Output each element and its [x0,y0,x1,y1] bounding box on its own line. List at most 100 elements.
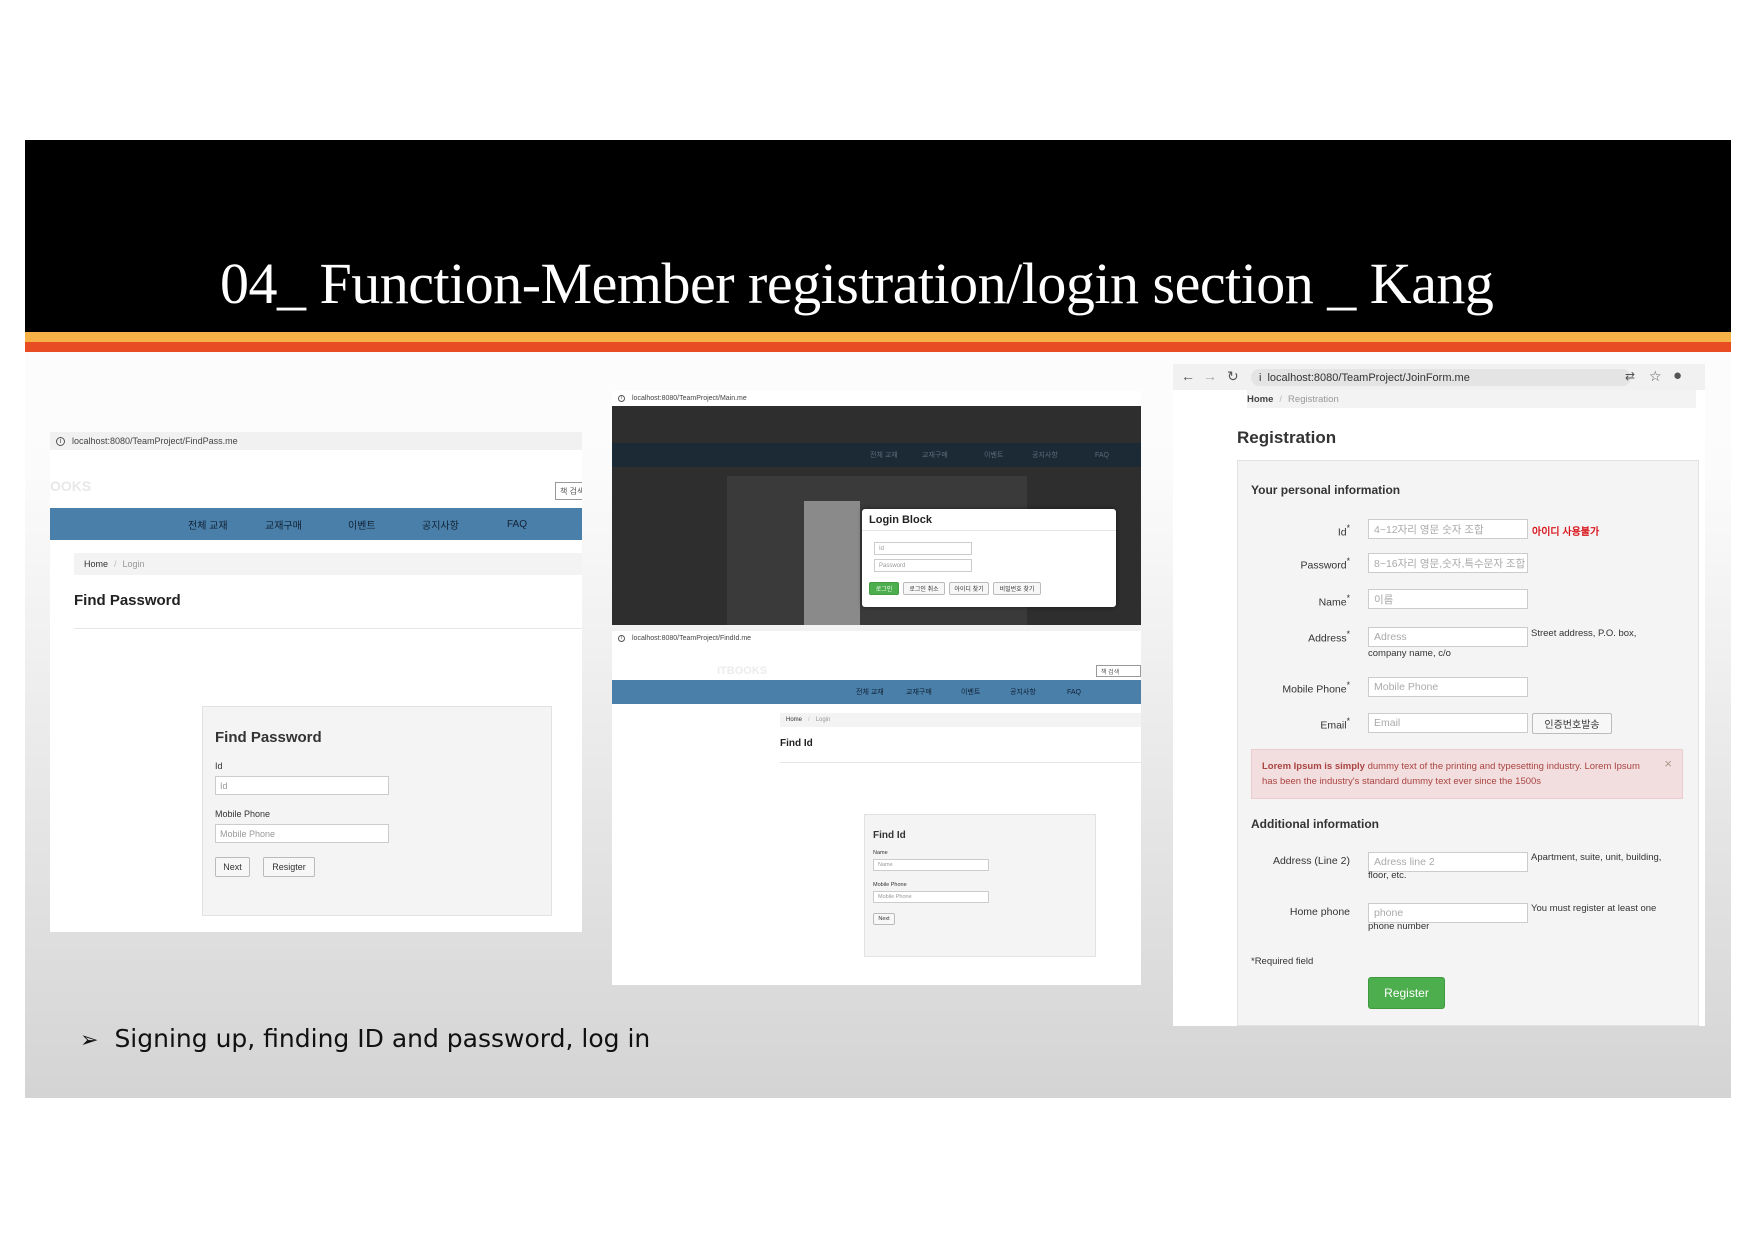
name-input[interactable]: Name [873,859,989,871]
nav-item-faq[interactable]: FAQ [507,519,527,530]
nav-item-all-books[interactable]: 전체 교재 [188,517,228,532]
send-verification-button[interactable]: 인증번호발송 [1532,713,1612,734]
book-cover-image [804,501,860,625]
id-label: Id [215,761,223,771]
divider [74,628,582,629]
cancel-login-button[interactable]: 로그인 취소 [903,582,945,595]
book-search-input[interactable]: 책 검색 [1096,665,1141,677]
accent-stripe-orange [25,332,1731,342]
modal-divider [862,530,1116,531]
page-title: Find Id [780,738,813,749]
nav-item-all-books[interactable]: 전체 교재 [856,687,884,697]
breadcrumb-home[interactable]: Home [1247,394,1273,405]
forward-icon[interactable]: → [1203,368,1217,384]
nav-item-notices[interactable]: 공지사항 [1032,450,1058,460]
main-nav: 전체 교재 교재구매 이벤트 공지사항 FAQ [612,680,1141,704]
email-input[interactable]: Email [1368,713,1528,733]
slide-title: 04_ Function-Member registration/login s… [220,251,1494,316]
id-input[interactable]: Id [874,542,972,555]
reload-icon[interactable]: ↻ [1227,368,1239,385]
nav-item-notices[interactable]: 공지사항 [422,517,459,532]
login-button[interactable]: 로그인 [869,582,899,595]
name-label: Name* [1318,593,1350,609]
breadcrumb-home[interactable]: Home [84,559,108,569]
nav-item-events[interactable]: 이벤트 [348,517,376,532]
account-icon[interactable]: ● [1673,367,1682,384]
required-marker: * [1346,629,1350,639]
address-label: Address* [1308,629,1350,645]
nav-item-buy[interactable]: 교재구매 [265,517,302,532]
password-label: Password* [1300,556,1350,572]
find-password-card: Find Password Id Id Mobile Phone Mobile … [202,706,552,916]
additional-info-title: Additional information [1251,817,1379,831]
nav-item-buy[interactable]: 교재구매 [922,450,948,460]
nav-item-all-books[interactable]: 전체 교재 [870,450,898,460]
bullet-point: ➢ Signing up, finding ID and password, lo… [80,1024,650,1053]
register-button[interactable]: Resigter [263,857,315,877]
alert-text: dummy text of the printing and typesetti… [1364,761,1640,772]
login-modal: Login Block Id Password 로그인 로그인 취소 아이디 찾… [862,509,1116,607]
next-button[interactable]: Next [873,913,895,925]
card-title: Find Password [215,729,322,746]
address-bar[interactable]: i localhost:8080/TeamProject/JoinForm.me [1251,369,1631,386]
breadcrumb: Home / Login [74,553,582,575]
back-icon[interactable]: ← [1181,368,1195,384]
book-search-input[interactable]: 책 검색 [555,482,582,500]
mobile-phone-input[interactable]: Mobile Phone [215,824,389,843]
address-bar[interactable]: i localhost:8080/TeamProject/FindId.me [612,631,1141,645]
find-id-screenshot: i localhost:8080/TeamProject/FindId.me I… [612,631,1141,985]
nav-item-faq[interactable]: FAQ [1095,452,1109,459]
mobile-phone-input[interactable]: Mobile Phone [1368,677,1528,697]
id-error-text: 아이디 사용불가 [1532,527,1600,538]
name-label: Name [873,850,888,856]
star-icon[interactable]: ☆ [1649,368,1662,385]
required-marker: * [1346,523,1350,533]
required-marker: * [1346,593,1350,603]
main-nav: 전체 교재 교재구매 이벤트 공지사항 FAQ [50,508,582,540]
nav-item-faq[interactable]: FAQ [1067,689,1081,696]
page-title: Registration [1237,428,1337,447]
info-icon: i [618,394,625,402]
id-input[interactable]: Id [215,776,389,795]
main-nav-dimmed: 전체 교재 교재구매 이벤트 공지사항 FAQ [612,443,1141,467]
alert-close-icon[interactable]: × [1664,756,1672,771]
home-phone-help: You must register at least one [1531,903,1657,914]
translate-icon[interactable]: ⇄ [1625,369,1635,383]
nav-item-events[interactable]: 이벤트 [984,450,1003,460]
nav-item-buy[interactable]: 교재구매 [906,687,932,697]
required-field-note: *Required field [1251,956,1314,967]
required-marker: * [1346,680,1350,690]
bullet-arrow-icon: ➢ [80,1028,99,1053]
register-button[interactable]: Register [1368,977,1445,1009]
registration-form: Your personal information Id* 4~12자리 영문 … [1237,460,1699,1026]
mobile-phone-label: Mobile Phone* [1282,680,1350,696]
find-id-card: Find Id Name Name Mobile Phone Mobile Ph… [864,814,1096,957]
id-input[interactable]: 4~12자리 영문 숫자 조합 [1368,519,1528,539]
find-id-button[interactable]: 아이디 찾기 [949,582,989,595]
nav-item-notices[interactable]: 공지사항 [1010,687,1036,697]
mobile-phone-input[interactable]: Mobile Phone [873,891,989,903]
breadcrumb-home[interactable]: Home [786,717,802,723]
address-line2-help: Apartment, suite, unit, building, [1531,852,1662,863]
mobile-phone-label: Mobile Phone [873,882,907,888]
browser-toolbar: ← → ↻ i localhost:8080/TeamProject/JoinF… [1173,364,1705,390]
nav-item-events[interactable]: 이벤트 [961,687,980,697]
breadcrumb-separator: / [114,559,117,569]
page-title: Find Password [74,592,181,609]
divider [780,762,1141,763]
address-line2-help-line2: floor, etc. [1368,870,1407,881]
password-input[interactable]: Password [874,559,972,572]
find-password-button[interactable]: 비밀번호 찾기 [993,582,1041,595]
address-input[interactable]: Adress [1368,627,1528,647]
site-logo: OOKS [50,478,92,494]
next-button[interactable]: Next [215,857,250,877]
breadcrumb: Home / Login [780,713,1141,727]
password-input[interactable]: 8~16자리 영문,숫자,특수문자 조합 [1368,553,1528,573]
login-screenshot: i localhost:8080/TeamProject/Main.me 전체 … [612,391,1141,625]
url-text: localhost:8080/TeamProject/FindId.me [632,634,752,642]
breadcrumb-current: Login [122,559,145,569]
address-bar[interactable]: i localhost:8080/TeamProject/Main.me [612,391,1141,405]
address-bar[interactable]: i localhost:8080/TeamProject/FindPass.me [50,432,582,450]
name-input[interactable]: 이름 [1368,589,1528,609]
required-marker: * [1346,556,1350,566]
